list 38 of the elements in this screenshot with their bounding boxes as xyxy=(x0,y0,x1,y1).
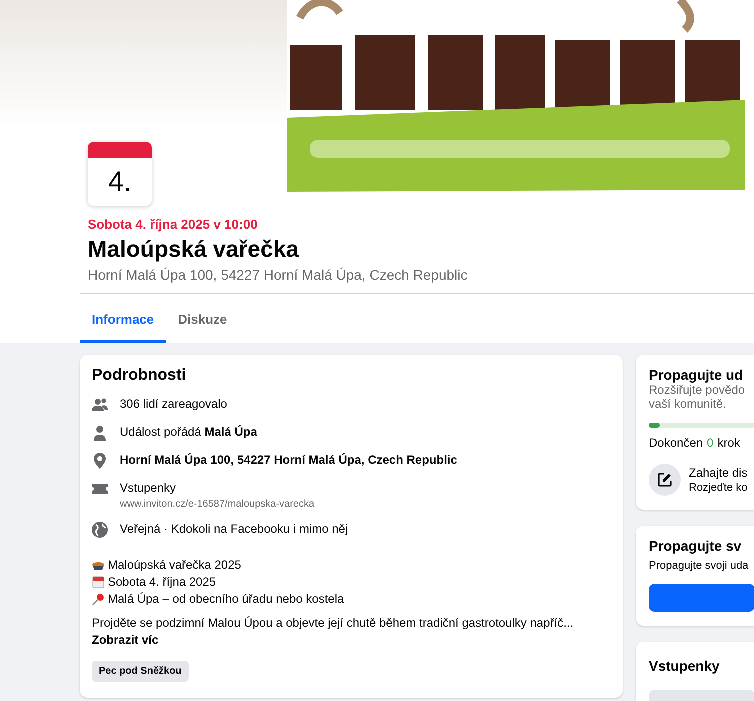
description-line: Maloúpská vařečka 2025 xyxy=(108,558,242,572)
ticket-icon xyxy=(92,481,108,497)
detail-text: Událost pořádá Malá Úpa xyxy=(120,425,258,439)
card-description: Propagujte svoji uda xyxy=(649,560,750,572)
card-title: Podrobnosti xyxy=(92,367,188,385)
card-description: Rozšiřujte povědo xyxy=(649,383,746,397)
event-address: Horní Malá Úpa 100, 54227 Horní Malá Úpa, Czech Republic xyxy=(88,267,469,283)
card-description: vaší komunitě. xyxy=(649,397,728,411)
progress-label: krok xyxy=(718,436,740,450)
show-more-link[interactable]: Zobrazit víc xyxy=(92,633,159,647)
tab[interactable]: Informace xyxy=(80,294,166,343)
calendar-icon xyxy=(92,576,105,588)
card-title: Propagujte sv xyxy=(649,538,743,554)
globe-icon xyxy=(92,522,108,538)
location-pin-icon xyxy=(92,453,108,469)
people-icon xyxy=(92,397,108,413)
tab[interactable]: Diskuze xyxy=(166,294,240,343)
detail-text: Veřejná · Kdokoli na Facebooku i mimo něj xyxy=(120,522,348,536)
edit-icon[interactable] xyxy=(649,464,681,496)
ticket-link[interactable]: www.inviton.cz/e-16587/maloupska-varecka xyxy=(120,499,315,510)
description-text: Projděte se podzimní Malou Úpou a objevte její chutě během tradiční gastrotoulky napříč... xyxy=(92,616,575,630)
card-title: Vstupenky xyxy=(649,658,721,674)
detail-text: 306 lidí zareagovalo xyxy=(120,397,228,411)
person-icon xyxy=(92,425,108,441)
event-datetime: Sobota 4. října 2025 v 10:00 xyxy=(88,217,259,232)
date-day: 4. xyxy=(88,158,152,206)
step-subtitle: Rozjeďte ko xyxy=(689,482,748,494)
detail-text: Vstupenky xyxy=(120,481,178,495)
progress-label: Dokončen xyxy=(649,436,704,450)
step-title: Zahajte dis xyxy=(689,466,748,480)
card-title: Propagujte ud xyxy=(649,367,744,383)
description-line: Malá Úpa – od obecního úřadu nebo kostela xyxy=(108,592,344,606)
location-tag[interactable]: Pec pod Sněžkou xyxy=(92,661,189,682)
pushpin-icon xyxy=(92,592,105,606)
progress-count: 0 xyxy=(707,436,714,450)
detail-text: Horní Malá Úpa 100, 54227 Horní Malá Úpa, Czech Republic xyxy=(120,453,458,467)
description-line: Sobota 4. října 2025 xyxy=(108,575,216,589)
event-title: Maloúpská vařečka xyxy=(88,236,300,263)
